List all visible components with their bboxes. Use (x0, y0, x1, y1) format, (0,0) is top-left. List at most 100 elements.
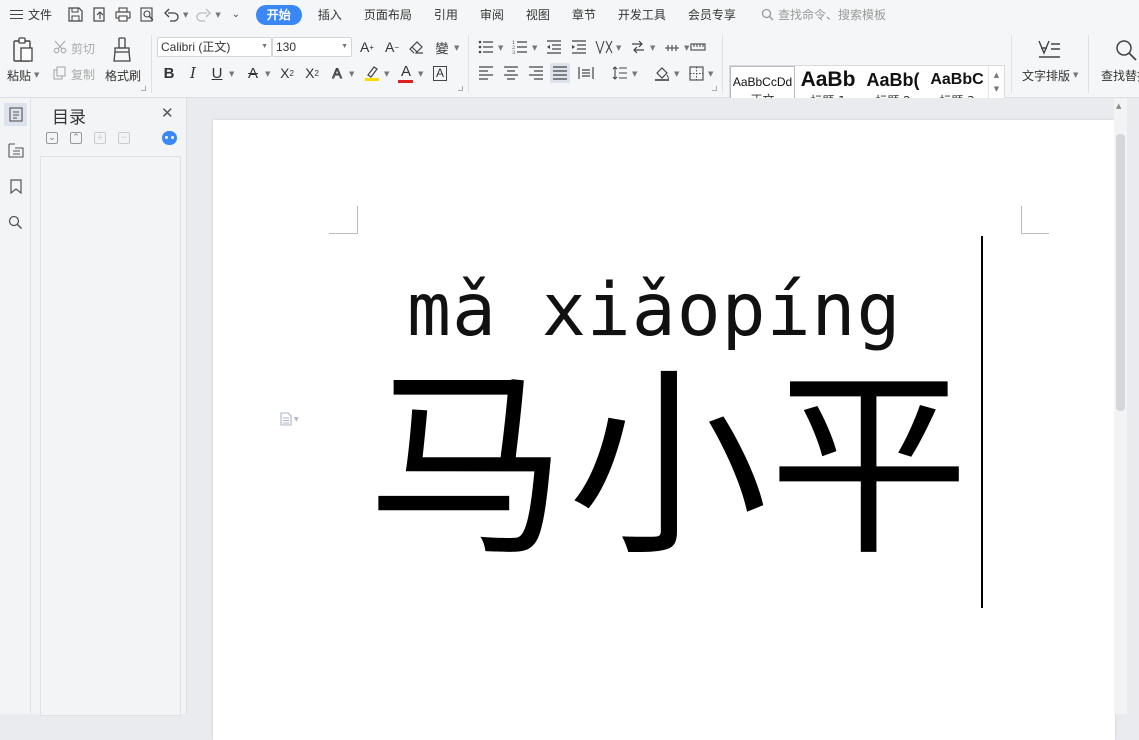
phonetic-guide-dropdown-icon[interactable]: ▼ (454, 44, 459, 52)
scroll-up-icon[interactable]: ▲ (1116, 102, 1121, 110)
bullet-list-dropdown-icon[interactable]: ▼ (498, 44, 503, 52)
tab-page-layout[interactable]: 页面布局 (353, 5, 423, 25)
paste-dropdown-icon[interactable]: ▼ (34, 71, 39, 79)
copy-button[interactable]: 复制 (71, 66, 95, 83)
increase-font-size-icon[interactable]: A + (357, 37, 377, 57)
chevron-up-icon[interactable]: ▲ (989, 68, 1004, 82)
expand-all-icon[interactable]: ⌄ (46, 132, 58, 144)
collapse-all-icon[interactable]: ⌃ (70, 132, 82, 144)
highlight-icon[interactable] (362, 63, 382, 83)
numbered-list-icon[interactable]: 123 (510, 37, 530, 57)
tab-view[interactable]: 视图 (515, 5, 561, 25)
font-name-select[interactable]: Calibri (正文) ▼ (157, 37, 272, 57)
clear-format-icon[interactable] (407, 37, 427, 57)
decrease-indent-icon[interactable] (544, 37, 564, 57)
strikethrough-icon[interactable]: A (243, 63, 263, 83)
print-preview-icon[interactable] (138, 6, 156, 24)
subscript-icon[interactable]: X2 (302, 63, 322, 83)
undo-dropdown-icon[interactable]: ▼ (183, 11, 188, 19)
show-marks-icon[interactable] (662, 37, 682, 57)
text-effect-dropdown-icon[interactable]: ▼ (349, 70, 354, 78)
demote-icon[interactable]: − (118, 132, 130, 144)
file-menu[interactable]: 文件 (0, 6, 58, 23)
font-color-icon[interactable]: A (396, 61, 416, 81)
font-group-launcher[interactable] (458, 86, 463, 91)
format-painter-icon[interactable] (110, 37, 136, 63)
shading-dropdown-icon[interactable]: ▼ (674, 70, 679, 78)
customize-toolbar-icon[interactable]: ⌄ (227, 6, 245, 24)
scrollbar-thumb[interactable] (1116, 134, 1125, 411)
navigation-panel-button[interactable] (4, 139, 27, 162)
redo-icon[interactable] (194, 6, 212, 24)
ruler-toggle-icon[interactable] (688, 37, 708, 57)
align-justify-icon[interactable] (550, 63, 570, 83)
chinese-layout-dropdown-icon[interactable]: ▼ (616, 44, 621, 52)
tab-developer[interactable]: 开发工具 (607, 5, 677, 25)
shading-icon[interactable] (652, 63, 672, 83)
character-border-icon[interactable]: A (430, 63, 450, 83)
document-pinyin-text[interactable]: mǎ xiǎopíng (407, 266, 901, 356)
promote-icon[interactable]: + (94, 132, 106, 144)
clipboard-group-launcher[interactable] (141, 86, 146, 91)
find-replace-icon[interactable] (1113, 37, 1139, 63)
italic-icon[interactable]: I (183, 63, 203, 83)
copy-icon[interactable] (52, 65, 68, 81)
paragraph-options-button[interactable]: ▼ (280, 412, 299, 426)
text-layout-button[interactable]: 文字排版 (1022, 67, 1070, 84)
highlight-dropdown-icon[interactable]: ▼ (384, 70, 389, 78)
font-color-dropdown-icon[interactable]: ▼ (418, 70, 423, 78)
outline-panel-button[interactable] (4, 103, 27, 126)
find-replace-button[interactable]: 查找替换 (1101, 67, 1139, 84)
redo-dropdown-icon[interactable]: ▼ (215, 11, 220, 19)
strikethrough-dropdown-icon[interactable]: ▼ (265, 70, 270, 78)
format-painter-button[interactable]: 格式刷 (105, 67, 141, 84)
find-panel-button[interactable] (4, 211, 27, 234)
underline-icon[interactable]: U (207, 63, 227, 83)
underline-dropdown-icon[interactable]: ▼ (229, 70, 234, 78)
paste-icon[interactable] (10, 37, 36, 63)
bold-icon[interactable]: B (159, 63, 179, 83)
tab-member[interactable]: 会员专享 (677, 5, 747, 25)
vertical-scrollbar[interactable]: ▲ (1114, 98, 1127, 714)
undo-icon[interactable] (162, 6, 180, 24)
tab-home[interactable]: 开始 (255, 4, 302, 25)
chinese-layout-icon[interactable] (594, 37, 614, 57)
paste-button[interactable]: 粘贴 (7, 67, 31, 84)
tab-review[interactable]: 审阅 (469, 5, 515, 25)
export-pdf-icon[interactable] (90, 6, 108, 24)
tab-references[interactable]: 引用 (423, 5, 469, 25)
phonetic-guide-icon[interactable]: 變 (432, 37, 452, 57)
increase-indent-icon[interactable] (569, 37, 589, 57)
outline-list[interactable] (40, 156, 181, 716)
borders-dropdown-icon[interactable]: ▼ (708, 70, 713, 78)
document-hanzi-text[interactable]: 马小平 (367, 360, 970, 576)
superscript-icon[interactable]: X2 (277, 63, 297, 83)
line-spacing-dropdown-icon[interactable]: ▼ (632, 70, 637, 78)
align-right-icon[interactable] (526, 63, 546, 83)
tab-insert[interactable]: 插入 (307, 5, 353, 25)
text-layout-dropdown-icon[interactable]: ▼ (1073, 71, 1078, 79)
ai-assistant-icon[interactable] (162, 131, 177, 145)
numbered-list-dropdown-icon[interactable]: ▼ (532, 44, 537, 52)
paragraph-group-launcher[interactable] (712, 86, 717, 91)
save-icon[interactable] (66, 6, 84, 24)
align-left-icon[interactable] (476, 63, 496, 83)
text-direction-icon[interactable] (628, 37, 648, 57)
bullet-list-icon[interactable] (476, 37, 496, 57)
command-search[interactable]: 查找命令、搜索模板 (761, 6, 886, 23)
print-icon[interactable] (114, 6, 132, 24)
text-direction-dropdown-icon[interactable]: ▼ (650, 44, 655, 52)
font-size-select[interactable]: 130 ▼ (272, 37, 352, 57)
text-effect-icon[interactable]: A (327, 63, 347, 83)
align-center-icon[interactable] (501, 63, 521, 83)
distributed-align-icon[interactable] (576, 63, 596, 83)
cut-icon[interactable] (52, 39, 68, 55)
decrease-font-size-icon[interactable]: A − (382, 37, 402, 57)
bookmark-panel-button[interactable] (4, 175, 27, 198)
borders-icon[interactable] (686, 63, 706, 83)
tab-section[interactable]: 章节 (561, 5, 607, 25)
line-spacing-icon[interactable] (610, 63, 630, 83)
close-icon[interactable]: ✕ (161, 104, 174, 122)
chevron-down-icon[interactable]: ▼ (989, 82, 1004, 96)
cut-button[interactable]: 剪切 (71, 40, 95, 57)
